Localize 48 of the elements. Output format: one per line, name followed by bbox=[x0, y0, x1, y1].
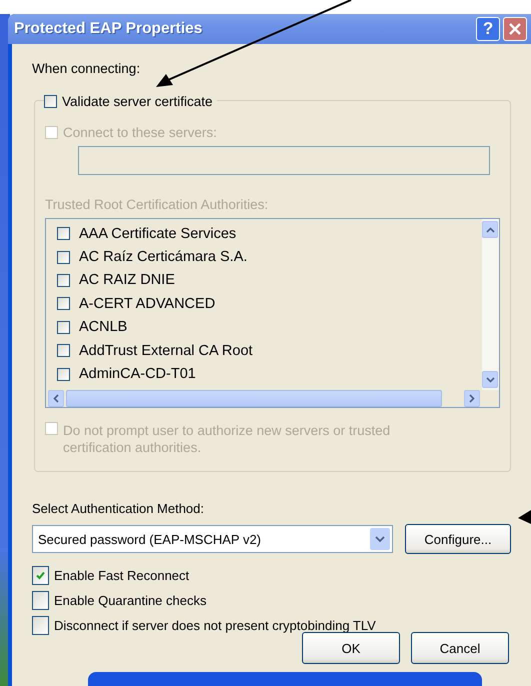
certificate-label[interactable]: A-CERT ADVANCED bbox=[79, 296, 216, 312]
checkbox-label: Enable Quarantine checks bbox=[54, 593, 206, 608]
checkbox[interactable] bbox=[57, 344, 70, 358]
method-dropdown[interactable]: Secured password (EAP-MSCHAP v2) bbox=[32, 525, 393, 553]
method-label: Select Authentication Method: bbox=[32, 501, 204, 516]
checkbox[interactable] bbox=[57, 250, 70, 264]
certificate-label[interactable]: ACNLB bbox=[79, 319, 128, 336]
certificate-label[interactable]: AAA Certificate Services bbox=[79, 226, 236, 242]
chevron-left-icon bbox=[53, 394, 59, 403]
checkbox[interactable] bbox=[32, 566, 49, 585]
close-icon bbox=[508, 22, 522, 36]
chevron-up-icon bbox=[486, 226, 494, 232]
close-button[interactable] bbox=[503, 17, 527, 41]
cancel-button[interactable]: Cancel bbox=[411, 632, 509, 664]
certificate-label[interactable]: AddTrust External CA Root bbox=[79, 342, 253, 359]
checkbox[interactable] bbox=[57, 274, 70, 287]
checkbox[interactable] bbox=[57, 227, 70, 240]
checkbox[interactable] bbox=[57, 297, 70, 310]
checkmark-icon bbox=[35, 570, 46, 581]
checkbox-label: Do not prompt user to authorize new servers or trusted certification authorities. bbox=[63, 422, 392, 456]
section-label: When connecting: bbox=[32, 61, 140, 76]
checkbox[interactable] bbox=[57, 368, 70, 381]
configure-button[interactable]: Configure... bbox=[405, 524, 511, 554]
checkbox-label: Disconnect if server does not present cryptobinding TLV bbox=[54, 618, 376, 633]
chevron-down-icon bbox=[486, 376, 494, 382]
annotation-arrow bbox=[518, 510, 531, 524]
ok-button[interactable]: OK bbox=[302, 632, 400, 664]
checkbox-label: Validate server certificate bbox=[62, 94, 213, 109]
checkbox[interactable] bbox=[57, 320, 70, 334]
checkbox[interactable] bbox=[32, 591, 49, 610]
certificate-label[interactable]: AC Raíz Certicámara S.A. bbox=[79, 249, 248, 266]
window-title: Protected EAP Properties bbox=[14, 20, 204, 38]
vertical-scrollbar[interactable] bbox=[482, 219, 499, 390]
help-button[interactable]: ? bbox=[476, 17, 500, 41]
checkbox[interactable] bbox=[44, 95, 57, 108]
checkbox-label: Connect to these servers: bbox=[63, 125, 217, 140]
scroll-right-button[interactable] bbox=[464, 390, 480, 407]
server-input-field[interactable] bbox=[78, 146, 490, 175]
scroll-left-button[interactable] bbox=[48, 390, 64, 407]
chevron-right-icon bbox=[469, 394, 475, 403]
checkbox-label: Enable Fast Reconnect bbox=[54, 568, 190, 583]
caret-icon bbox=[375, 536, 385, 542]
certificate-label[interactable]: AdminCA-CD-T01 bbox=[79, 366, 196, 382]
checkbox[interactable] bbox=[32, 616, 49, 635]
certificate-label[interactable]: AC RAIZ DNIE bbox=[79, 272, 175, 288]
list-label: Trusted Root Certification Authorities: bbox=[45, 197, 268, 212]
scroll-up-button[interactable] bbox=[482, 221, 498, 238]
scroll-down-button[interactable] bbox=[482, 371, 498, 388]
